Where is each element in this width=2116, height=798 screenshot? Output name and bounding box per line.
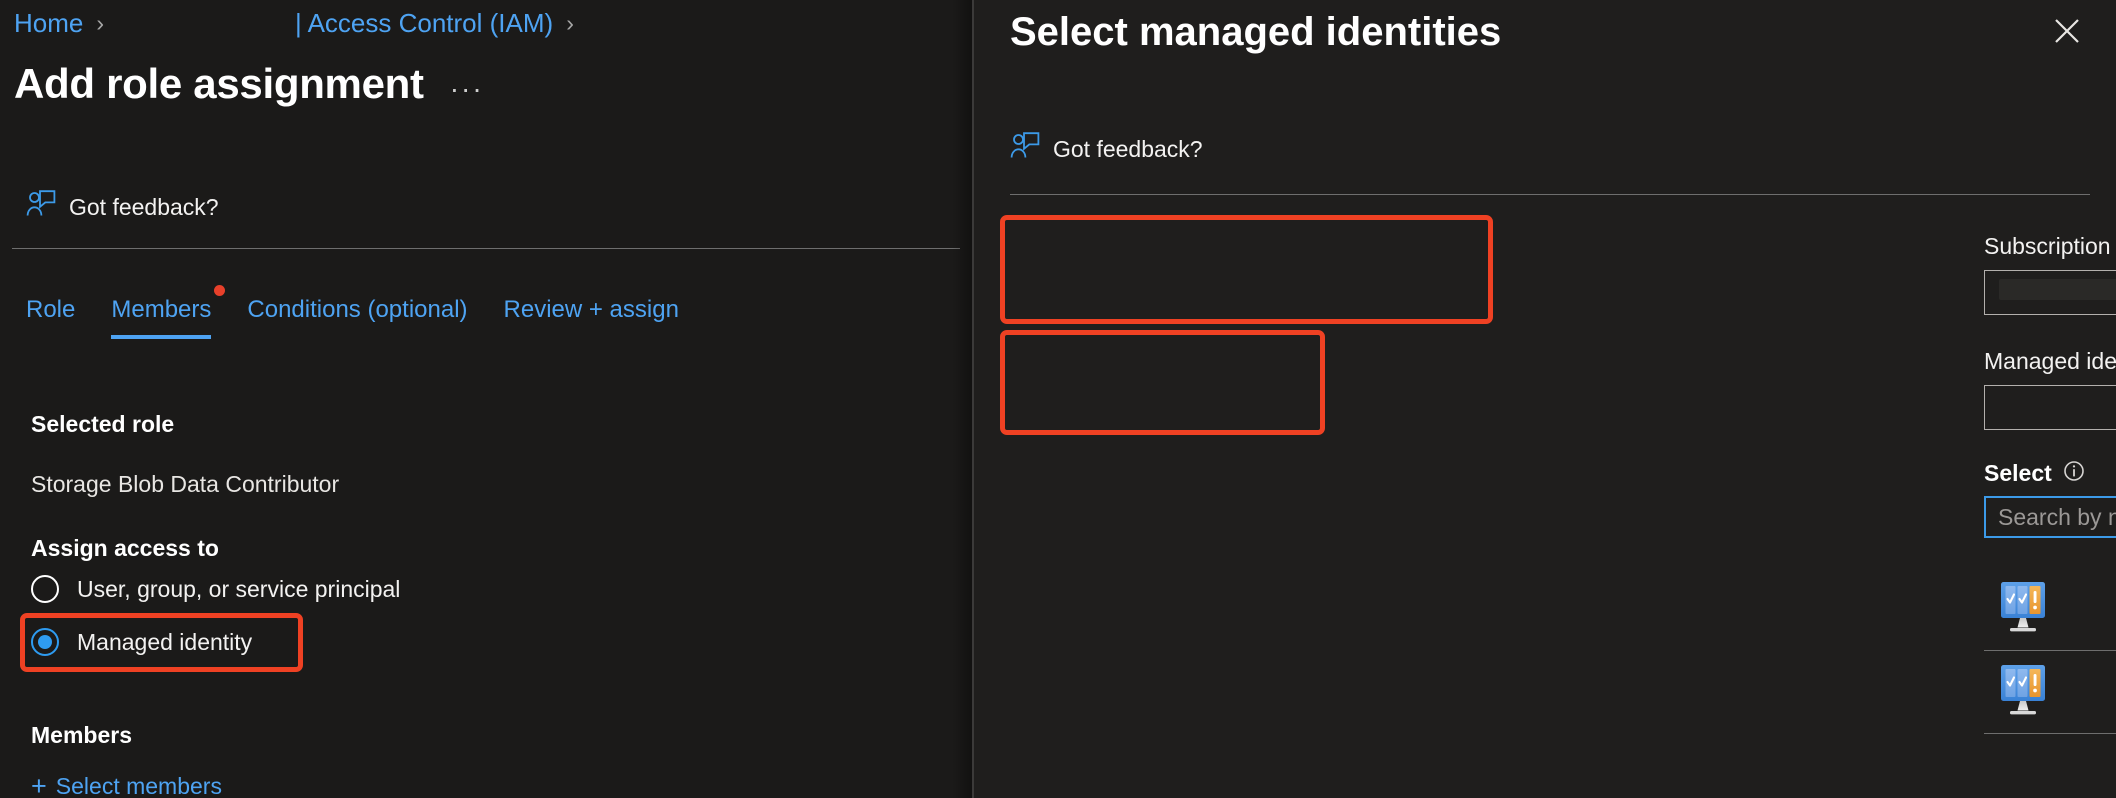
breadcrumb-separator-icon-2: › — [566, 6, 574, 40]
list-divider — [1984, 733, 2116, 734]
tab-conditions-label: Conditions (optional) — [247, 296, 467, 323]
tab-review-assign[interactable]: Review + assign — [486, 295, 697, 339]
panel-got-feedback-label: Got feedback? — [1053, 135, 1203, 163]
got-feedback-button[interactable]: Got feedback? — [26, 190, 219, 223]
page-title-row: Add role assignment ··· — [14, 58, 484, 115]
radio-unchecked-icon — [31, 575, 59, 603]
panel-got-feedback-button[interactable]: Got feedback? — [1010, 132, 1203, 165]
subscription-field-group: Subscription * — [1984, 232, 2116, 315]
breadcrumb-redacted-segment[interactable] — [117, 10, 295, 36]
tab-required-dot-icon — [214, 285, 225, 296]
tab-role-label: Role — [26, 296, 75, 323]
subscription-value — [1999, 279, 2116, 306]
selected-role-heading: Selected role — [31, 410, 174, 438]
assign-access-to-heading: Assign access to — [31, 534, 219, 562]
panel-header-divider — [1010, 194, 2090, 195]
managed-identity-dropdown[interactable] — [1984, 385, 2116, 430]
select-section-label-row: Select — [1984, 459, 2085, 487]
radio-managed-identity[interactable]: Managed identity — [31, 628, 252, 656]
tab-members[interactable]: Members — [93, 295, 229, 339]
select-label: Select — [1984, 459, 2052, 487]
breadcrumb: Home › | Access Control (IAM) › — [14, 6, 587, 40]
close-button[interactable] — [2046, 12, 2088, 54]
radio-checked-icon — [31, 628, 59, 656]
breadcrumb-separator-icon: › — [96, 6, 104, 40]
blade-shadow — [952, 0, 972, 798]
info-circle-icon[interactable] — [2063, 460, 2085, 487]
azure-portal-screen: Home › | Access Control (IAM) › Add role… — [0, 0, 2116, 798]
members-heading: Members — [31, 721, 132, 749]
breadcrumb-home-link[interactable]: Home — [14, 6, 83, 40]
got-feedback-label: Got feedback? — [69, 193, 219, 221]
more-options-button[interactable]: ··· — [450, 63, 484, 115]
select-members-label: Select members — [56, 772, 222, 798]
subscription-label: Subscription — [1984, 232, 2111, 260]
subscription-dropdown[interactable] — [1984, 270, 2116, 315]
tab-members-label: Members — [111, 296, 211, 323]
subscription-label-row: Subscription * — [1984, 232, 2116, 260]
tab-review-assign-label: Review + assign — [504, 296, 679, 323]
radio-user-group-label: User, group, or service principal — [77, 575, 400, 603]
managed-identity-field-group: Managed identity — [1984, 347, 2116, 430]
managed-identity-label: Managed identity — [1984, 347, 2116, 375]
search-input[interactable] — [1998, 503, 2116, 531]
search-box[interactable] — [1984, 496, 2116, 538]
page-title: Add role assignment — [14, 58, 424, 110]
managed-identity-results-list — [1984, 568, 2116, 734]
select-managed-identities-panel: Select managed identities Got feedback? — [974, 0, 2116, 798]
radio-managed-identity-label: Managed identity — [77, 628, 252, 656]
select-members-button[interactable]: + Select members — [31, 772, 222, 798]
blade-tabs: Role Members Conditions (optional) Revie… — [26, 295, 697, 339]
breadcrumb-access-control-link[interactable]: | Access Control (IAM) — [295, 6, 553, 40]
add-role-assignment-blade: Home › | Access Control (IAM) › Add role… — [0, 0, 972, 798]
managed-identity-label-row: Managed identity — [1984, 347, 2116, 375]
redacted-value — [1999, 279, 2116, 300]
feedback-person-icon — [26, 190, 56, 223]
feedback-person-icon — [1010, 132, 1040, 165]
selected-role-value: Storage Blob Data Contributor — [31, 470, 339, 498]
list-item[interactable] — [1984, 651, 2116, 733]
radio-user-group-service-principal[interactable]: User, group, or service principal — [31, 575, 400, 603]
tab-conditions[interactable]: Conditions (optional) — [229, 295, 485, 339]
list-item-name — [2080, 599, 2116, 620]
header-divider — [12, 248, 960, 249]
virtual-machine-icon — [1998, 578, 2056, 641]
list-item[interactable] — [1984, 568, 2116, 650]
panel-title: Select managed identities — [1010, 6, 1501, 58]
list-item-name — [2080, 682, 2116, 703]
virtual-machine-icon — [1998, 661, 2056, 724]
close-icon — [2054, 18, 2080, 49]
tab-role[interactable]: Role — [26, 295, 93, 339]
plus-icon: + — [31, 773, 47, 798]
